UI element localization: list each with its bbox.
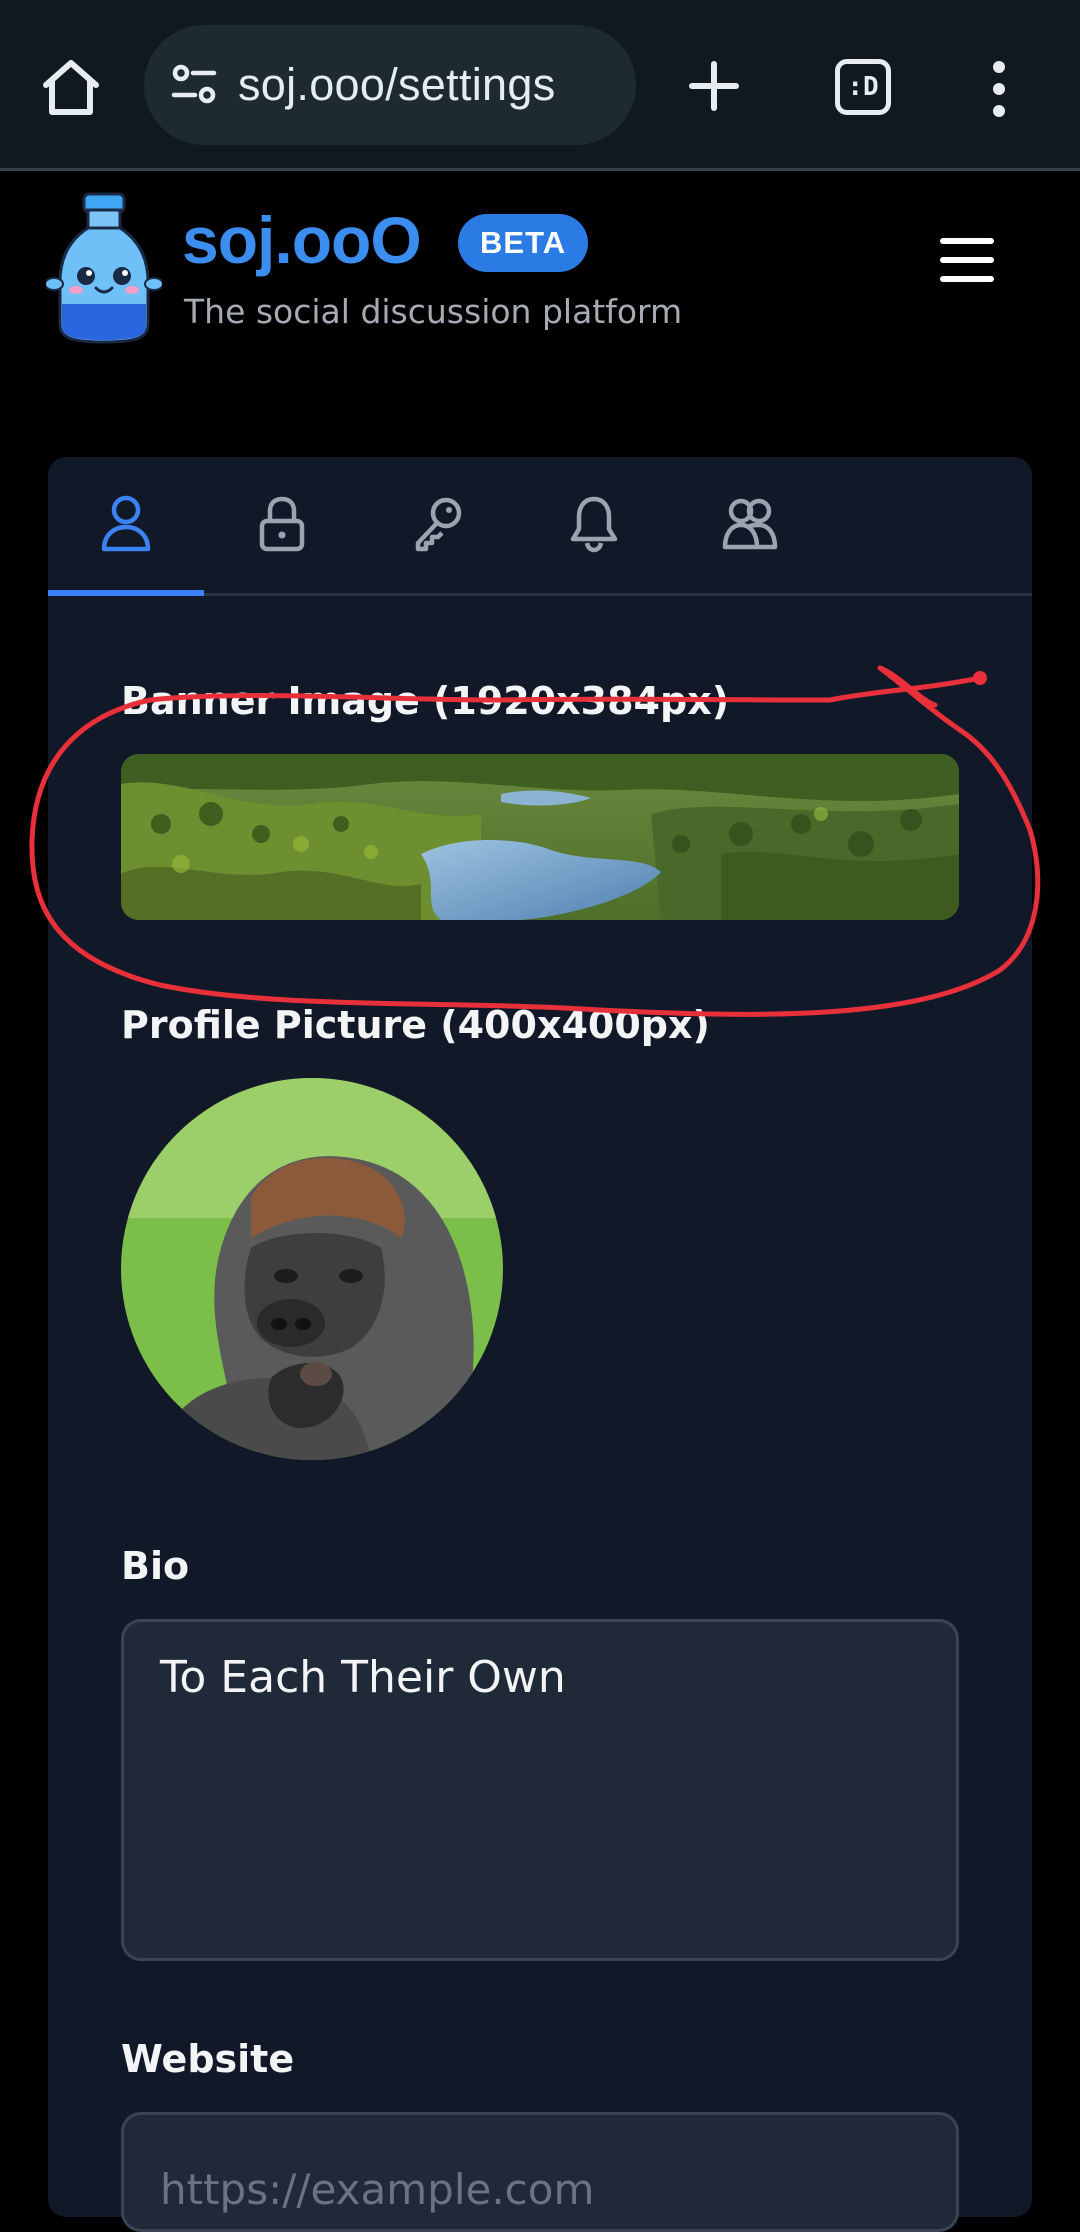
banner-image-label: Banner Image (1920x384px) bbox=[121, 679, 730, 723]
key-icon bbox=[415, 497, 462, 552]
tab-social[interactable] bbox=[672, 493, 828, 593]
browser-menu-button[interactable] bbox=[984, 54, 1014, 124]
home-icon bbox=[43, 60, 99, 115]
menu-icon-bar bbox=[940, 276, 994, 282]
bell-icon bbox=[570, 496, 618, 553]
bottle-mascot-logo[interactable] bbox=[46, 192, 162, 344]
users-icon bbox=[722, 498, 778, 550]
settings-tabs bbox=[48, 457, 1032, 596]
tab-switcher-button[interactable]: :D bbox=[830, 54, 896, 120]
site-tagline: The social discussion platform bbox=[184, 292, 683, 331]
plus-icon bbox=[689, 61, 739, 111]
menu-icon-bar bbox=[940, 257, 994, 263]
website-input[interactable] bbox=[121, 2112, 959, 2232]
lock-icon bbox=[259, 496, 305, 552]
tab-profile[interactable] bbox=[48, 493, 204, 596]
site-header: soj.ooO BETA The social discussion platf… bbox=[0, 174, 1080, 374]
url-text[interactable]: soj.ooo/settings bbox=[238, 59, 556, 111]
brand-name[interactable]: soj.ooO bbox=[182, 202, 422, 278]
hamburger-menu-button[interactable] bbox=[940, 238, 1006, 288]
site-settings-icon[interactable] bbox=[168, 59, 220, 111]
browser-toolbar: soj.ooo/settings :D bbox=[0, 0, 1080, 171]
bio-label: Bio bbox=[121, 1544, 190, 1588]
user-icon bbox=[101, 495, 151, 552]
tab-keys[interactable] bbox=[360, 493, 516, 593]
bio-text[interactable]: To Each Their Own bbox=[160, 1652, 920, 1703]
address-bar[interactable]: soj.ooo/settings bbox=[144, 25, 636, 145]
website-label: Website bbox=[121, 2037, 295, 2081]
settings-card: Banner Image (1920x384px) Profile Pictur… bbox=[48, 457, 1032, 2232]
profile-picture-label: Profile Picture (400x400px) bbox=[121, 1003, 710, 1047]
new-tab-button[interactable] bbox=[676, 46, 752, 126]
tab-notifications[interactable] bbox=[516, 493, 672, 593]
more-vertical-icon bbox=[993, 61, 1005, 117]
bio-textarea[interactable]: To Each Their Own bbox=[121, 1619, 959, 1961]
menu-icon-bar bbox=[940, 238, 994, 244]
home-button[interactable] bbox=[30, 50, 112, 124]
beta-badge: BETA bbox=[458, 214, 589, 272]
profile-picture[interactable] bbox=[121, 1078, 503, 1460]
tab-count: :D bbox=[835, 59, 891, 115]
banner-image[interactable] bbox=[121, 754, 959, 920]
tab-security[interactable] bbox=[204, 493, 360, 593]
